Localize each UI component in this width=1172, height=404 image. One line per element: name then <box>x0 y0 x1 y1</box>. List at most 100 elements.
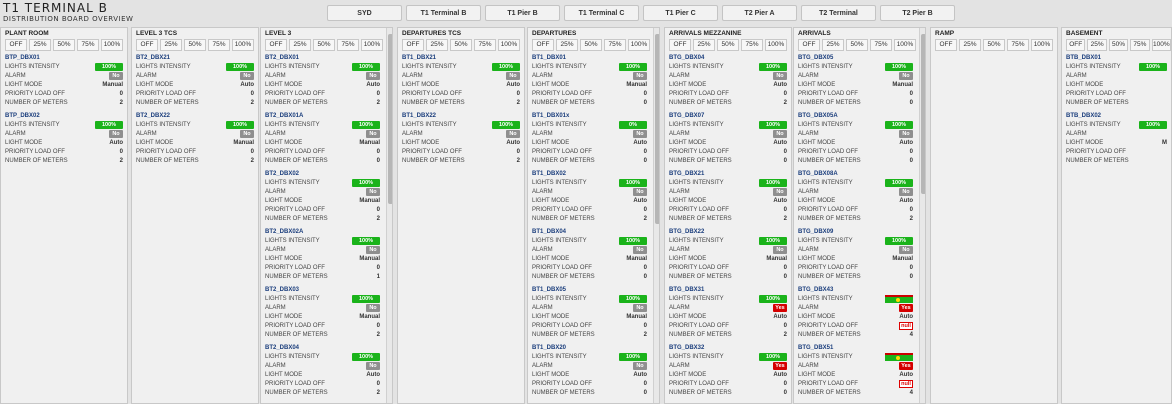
alarm-badge: No <box>506 72 520 80</box>
nav-button[interactable]: T2 Pier B <box>880 5 955 21</box>
level-button[interactable]: OFF <box>532 39 554 51</box>
level-button[interactable]: 75% <box>604 39 626 51</box>
mode-value: Auto <box>773 82 787 88</box>
intensity-row: LIGHTS INTENSITY 100% <box>261 121 380 130</box>
alarm-badge: No <box>366 362 380 370</box>
priority-label: PRIORITY LOAD OFF <box>1066 91 1126 97</box>
panel-level-3: LEVEL 3 OFF 25% 50% 75% 100% BT2_DBX01 LIGHTS I… <box>260 27 393 404</box>
nav-button[interactable]: SYD <box>327 5 402 21</box>
level-button[interactable]: 25% <box>556 39 578 51</box>
mode-label: LIGHT MODE <box>136 82 174 88</box>
priority-value: 0 <box>376 265 380 271</box>
level-button[interactable]: 25% <box>160 39 182 51</box>
scrollbar[interactable] <box>386 28 392 403</box>
level-button[interactable]: 50% <box>184 39 206 51</box>
alarm-badge: No <box>899 72 913 80</box>
level-button[interactable]: 100% <box>232 39 254 51</box>
intensity-badge: 100% <box>619 179 647 187</box>
priority-value: 0 <box>119 91 123 97</box>
level-button[interactable]: OFF <box>402 39 424 51</box>
level-button[interactable]: 100% <box>628 39 650 51</box>
level-button[interactable]: OFF <box>669 39 691 51</box>
level-button[interactable]: 25% <box>693 39 715 51</box>
level-button[interactable]: 75% <box>1130 39 1150 51</box>
alarm-row: ALARM No <box>528 246 647 255</box>
level-button[interactable]: 50% <box>313 39 335 51</box>
level-button[interactable]: 75% <box>474 39 496 51</box>
level-button[interactable]: OFF <box>265 39 287 51</box>
level-button[interactable]: 25% <box>289 39 311 51</box>
level-button[interactable]: 100% <box>361 39 383 51</box>
level-button[interactable]: 50% <box>450 39 472 51</box>
scrollbar[interactable] <box>653 28 659 403</box>
level-button[interactable]: 100% <box>894 39 916 51</box>
nav-button[interactable]: T1 Terminal B <box>406 5 481 21</box>
intensity-row: LIGHTS INTENSITY <box>794 353 913 362</box>
device-name: BTG_DBX51 <box>798 345 834 351</box>
level-button[interactable]: 50% <box>53 39 75 51</box>
device-name: BTG_DBX04 <box>669 55 705 61</box>
level-button[interactable]: 75% <box>337 39 359 51</box>
level-button[interactable]: 100% <box>101 39 123 51</box>
nav-button[interactable]: T2 Terminal <box>801 5 876 21</box>
level-button[interactable]: 100% <box>498 39 520 51</box>
mode-label: LIGHT MODE <box>798 256 836 262</box>
meters-value: 0 <box>643 158 647 164</box>
alarm-row: ALARM No <box>1 72 123 81</box>
priority-label: PRIORITY LOAD OFF <box>136 149 196 155</box>
level-button[interactable]: 25% <box>959 39 981 51</box>
meters-label: NUMBER OF METERS <box>265 158 328 164</box>
level-button[interactable]: OFF <box>136 39 158 51</box>
intensity-badge: 0% <box>619 121 647 129</box>
level-button[interactable]: OFF <box>935 39 957 51</box>
level-button[interactable]: 50% <box>983 39 1005 51</box>
level-button[interactable]: 25% <box>426 39 448 51</box>
priority-value: 0 <box>643 149 647 155</box>
level-button[interactable]: 50% <box>1108 39 1129 51</box>
level-button[interactable]: 50% <box>717 39 739 51</box>
scrollbar-thumb[interactable] <box>921 34 925 194</box>
nav-button[interactable]: T1 Pier B <box>485 5 560 21</box>
level-button[interactable]: 75% <box>741 39 763 51</box>
device-block: BTG_DBX05 LIGHTS INTENSITY 100% ALARM No LIGH… <box>794 54 913 108</box>
mode-row: LIGHT MODE Auto <box>794 139 913 148</box>
level-buttons: OFF 25% 50% 75% 100% <box>261 39 392 51</box>
alarm-row: ALARM No <box>528 304 647 313</box>
level-button[interactable]: 50% <box>580 39 602 51</box>
alarm-label: ALARM <box>265 363 286 369</box>
level-button[interactable]: 25% <box>822 39 844 51</box>
alarm-row: ALARM No <box>665 130 787 139</box>
level-button[interactable]: 25% <box>29 39 51 51</box>
level-button[interactable]: OFF <box>798 39 820 51</box>
intensity-row: LIGHTS INTENSITY 100% <box>528 63 647 72</box>
scrollbar-thumb[interactable] <box>655 34 659 224</box>
level-button[interactable]: 100% <box>1151 39 1171 51</box>
alarm-badge: No <box>366 130 380 138</box>
level-button[interactable]: OFF <box>1066 39 1086 51</box>
meters-value: 4 <box>909 390 913 396</box>
intensity-label: LIGHTS INTENSITY <box>798 122 853 128</box>
level-button[interactable]: 75% <box>870 39 892 51</box>
intensity-row: LIGHTS INTENSITY 100% <box>261 237 380 246</box>
meters-value: 2 <box>250 100 254 106</box>
mode-value: Manual <box>892 256 913 262</box>
alarm-badge: No <box>773 72 787 80</box>
level-button[interactable]: 50% <box>846 39 868 51</box>
level-button[interactable]: 75% <box>1007 39 1029 51</box>
nav-button[interactable]: T1 Pier C <box>643 5 718 21</box>
nav-button[interactable]: T2 Pier A <box>722 5 797 21</box>
level-button[interactable]: 100% <box>1031 39 1053 51</box>
alarm-badge: No <box>109 72 123 80</box>
meters-label: NUMBER OF METERS <box>5 100 68 106</box>
nav-button[interactable]: T1 Terminal C <box>564 5 639 21</box>
scrollbar-thumb[interactable] <box>388 34 392 204</box>
level-button[interactable]: 75% <box>208 39 230 51</box>
scrollbar[interactable] <box>919 28 925 403</box>
level-button[interactable]: 100% <box>765 39 787 51</box>
level-button[interactable]: 75% <box>77 39 99 51</box>
meters-label: NUMBER OF METERS <box>265 390 328 396</box>
level-button[interactable]: OFF <box>5 39 27 51</box>
alarm-row: ALARM No <box>528 188 647 197</box>
level-button[interactable]: 25% <box>1087 39 1107 51</box>
mode-value: Auto <box>366 372 380 378</box>
